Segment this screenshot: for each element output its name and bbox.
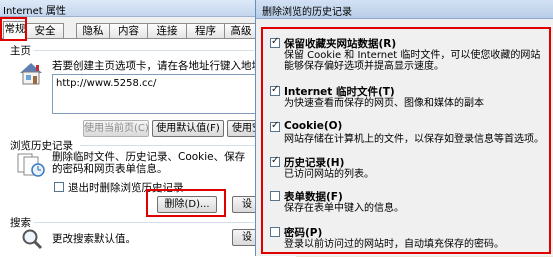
tab-programs[interactable]: 程序 — [186, 23, 225, 39]
form-data-checkbox[interactable] — [270, 191, 280, 201]
tab-general[interactable]: 常规 — [3, 21, 27, 40]
homepage-description: 若要创建主页选项卡，请在各地址行键入地址 — [52, 60, 262, 72]
history-files-icon — [17, 153, 45, 177]
history-checkbox[interactable] — [270, 155, 280, 167]
option-title: Internet 临时文件(T) — [284, 86, 395, 98]
history-description: 删除临时文件、历史记录、Cookie、保存的密码和网页表单信息。 — [52, 151, 246, 175]
use-default-button[interactable]: 使用默认值(F) — [152, 120, 224, 137]
search-description: 更改搜索默认值。 — [52, 233, 136, 245]
option-title: 历史记录(H) — [284, 157, 345, 169]
temp-files-checkbox[interactable] — [270, 84, 280, 96]
option-description: 保存在表单中键入的信息。 — [284, 203, 404, 214]
homepage-url-value: http://www.5258.cc/ — [56, 78, 157, 89]
option-title: 密码(P) — [284, 227, 323, 239]
passwords-checkbox[interactable] — [270, 227, 280, 237]
section-divider — [34, 222, 254, 223]
option-description: 已访问网站的列表。 — [284, 169, 374, 180]
section-divider — [80, 145, 255, 146]
homepage-url-field[interactable]: http://www.5258.cc/ — [52, 74, 270, 114]
option-history: 历史记录(H) 已访问网站的列表。 — [270, 155, 546, 185]
option-description: 保留 Cookie 和 Internet 临时文件，可以使您收藏的网站能够保存偏… — [284, 50, 541, 72]
magnifier-icon — [22, 229, 43, 250]
tab-content[interactable]: 内容 — [109, 23, 148, 39]
dialog-title: 删除浏览的历史记录 — [262, 7, 352, 18]
option-description: 登录以前访问过的网站时，自动填充保存的密码。 — [284, 239, 504, 250]
option-temp-files: Internet 临时文件(T) 为快速查看而保存的网页、图像和媒体的副本 — [270, 84, 546, 114]
option-form-data: 表单数据(F) 保存在表单中键入的信息。 — [270, 189, 546, 219]
tab-connections[interactable]: 连接 — [147, 23, 187, 39]
cookies-checkbox[interactable] — [270, 120, 280, 132]
delete-on-exit-checkbox[interactable] — [54, 182, 64, 192]
delete-history-dialog: 删除浏览的历史记录 保留收藏夹网站数据(R) 保留 Cookie 和 Inter… — [255, 0, 553, 256]
tab-security[interactable]: 安全 — [26, 23, 64, 39]
homepage-section-label: 主页 — [10, 45, 31, 57]
option-title: Cookie(O) — [284, 120, 343, 132]
section-divider — [34, 50, 254, 51]
window-title: Internet 属性 — [3, 6, 66, 17]
option-preserve-favorites: 保留收藏夹网站数据(R) 保留 Cookie 和 Internet 临时文件，可… — [270, 36, 546, 82]
option-passwords: 密码(P) 登录以前访问过的网站时，自动填充保存的密码。 — [270, 225, 546, 255]
option-cookies: Cookie(O) 网站存储在计算机上的文件，以保存如登录信息等首选项。 — [270, 120, 546, 150]
tab-privacy[interactable]: 隐私 — [76, 23, 110, 39]
delete-history-button[interactable]: 删除(D)... — [157, 196, 217, 213]
dialog-title-bar: 删除浏览的历史记录 — [256, 0, 553, 19]
option-title: 保留收藏夹网站数据(R) — [284, 38, 397, 50]
option-description: 为快速查看而保存的网页、图像和媒体的副本 — [284, 98, 484, 109]
home-icon — [20, 63, 42, 85]
tab-advanced[interactable]: 高级 — [224, 23, 258, 39]
use-current-button[interactable]: 使用当前页(C) — [83, 120, 149, 137]
option-description: 网站存储在计算机上的文件，以保存如登录信息等首选项。 — [284, 134, 544, 145]
option-title: 表单数据(F) — [284, 191, 343, 203]
preserve-favorites-checkbox[interactable] — [270, 36, 280, 48]
delete-on-exit-label: 退出时删除浏览历史记录 — [68, 182, 184, 194]
